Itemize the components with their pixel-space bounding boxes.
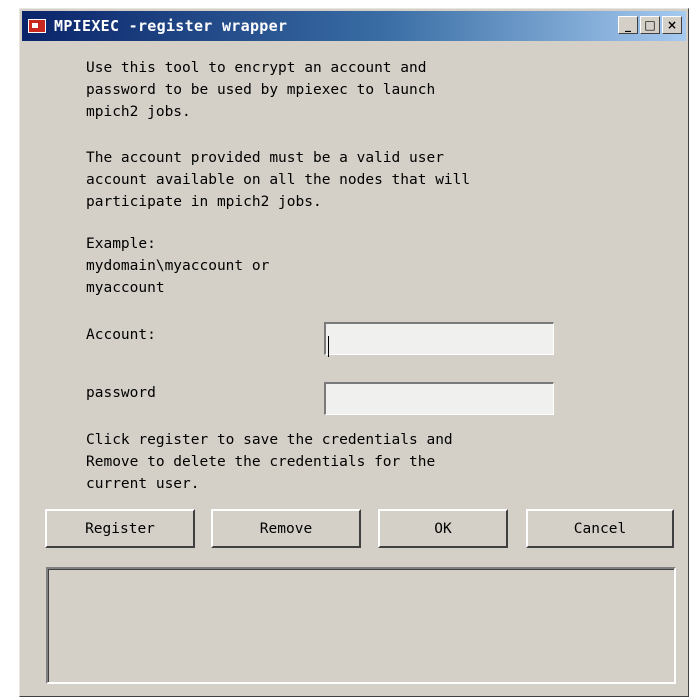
text-caret [328,336,329,357]
title-bar[interactable]: MPIEXEC -register wrapper _ □ × [22,11,686,41]
password-label: password [86,385,156,401]
register-wrapper-window: MPIEXEC -register wrapper _ □ × Use this… [19,8,689,697]
account-note-text: The account provided must be a valid use… [86,150,471,210]
close-button[interactable]: × [662,16,682,34]
instructions-text: Click register to save the credentials a… [86,432,453,492]
intro-text: Use this tool to encrypt an account and … [86,60,436,120]
register-button[interactable]: Register [45,509,195,548]
minimize-button[interactable]: _ [618,16,638,34]
password-input[interactable] [324,382,554,415]
window-controls: _ □ × [618,16,682,34]
account-input[interactable] [324,322,554,355]
example-text: Example: mydomain\myaccount or myaccount [86,236,270,296]
cancel-button[interactable]: Cancel [526,509,674,548]
maximize-button[interactable]: □ [640,16,660,34]
window-title: MPIEXEC -register wrapper [54,17,288,35]
account-label: Account: [86,327,156,343]
remove-button[interactable]: Remove [211,509,361,548]
app-icon [28,19,46,33]
output-box[interactable] [46,567,676,684]
ok-button[interactable]: OK [378,509,508,548]
